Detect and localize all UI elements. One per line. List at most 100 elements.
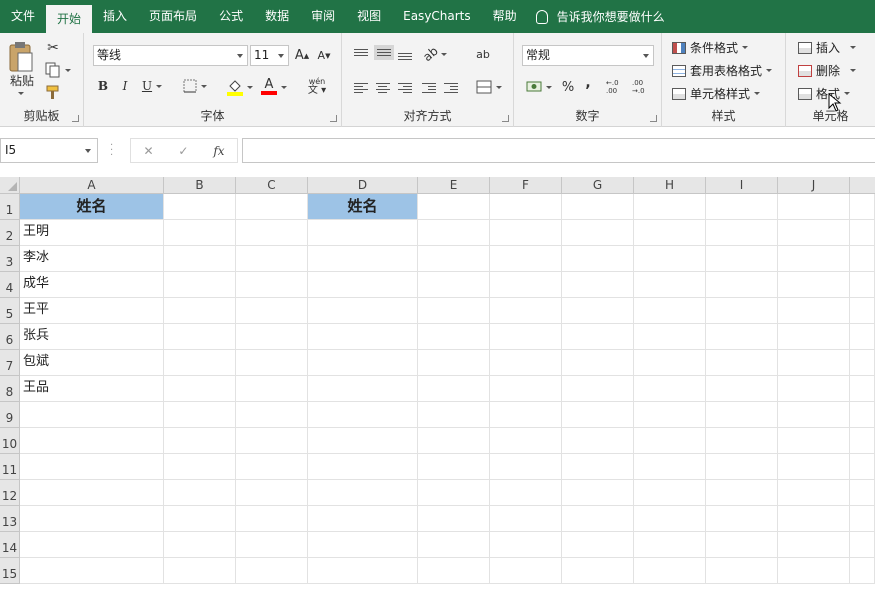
cell-extra9[interactable] bbox=[850, 402, 875, 428]
copy-button[interactable] bbox=[44, 61, 72, 79]
cell-c14[interactable] bbox=[236, 532, 308, 558]
cell-a7[interactable]: 包斌 bbox=[20, 350, 164, 376]
cell-f7[interactable] bbox=[490, 350, 562, 376]
cell-j2[interactable] bbox=[778, 220, 850, 246]
cell-h7[interactable] bbox=[634, 350, 706, 376]
cell-i12[interactable] bbox=[706, 480, 778, 506]
cell-extra15[interactable] bbox=[850, 558, 875, 584]
cell-a9[interactable] bbox=[20, 402, 164, 428]
font-size-select[interactable]: 11 bbox=[250, 45, 289, 66]
cell-g4[interactable] bbox=[562, 272, 634, 298]
align-right-icon[interactable] bbox=[398, 81, 412, 95]
cell-d14[interactable] bbox=[308, 532, 418, 558]
cell-e14[interactable] bbox=[418, 532, 490, 558]
cell-b9[interactable] bbox=[164, 402, 236, 428]
launcher-icon[interactable] bbox=[72, 115, 79, 122]
formula-input[interactable] bbox=[242, 138, 875, 163]
column-header-i[interactable]: I bbox=[706, 177, 778, 194]
insert-function-icon[interactable]: fx bbox=[213, 144, 224, 158]
cell-a6[interactable]: 张兵 bbox=[20, 324, 164, 350]
cell-h3[interactable] bbox=[634, 246, 706, 272]
cell-a3[interactable]: 李冰 bbox=[20, 246, 164, 272]
cell-b15[interactable] bbox=[164, 558, 236, 584]
tab-view[interactable]: 视图 bbox=[346, 0, 392, 33]
cell-j13[interactable] bbox=[778, 506, 850, 532]
cell-f3[interactable] bbox=[490, 246, 562, 272]
cell-c13[interactable] bbox=[236, 506, 308, 532]
cell-b5[interactable] bbox=[164, 298, 236, 324]
row-header-8[interactable]: 8 bbox=[0, 376, 20, 402]
cell-i5[interactable] bbox=[706, 298, 778, 324]
cell-j5[interactable] bbox=[778, 298, 850, 324]
insert-cells-button[interactable]: 插入 bbox=[798, 39, 857, 56]
cell-extra13[interactable] bbox=[850, 506, 875, 532]
row-header-1[interactable]: 1 bbox=[0, 194, 20, 220]
tab-help[interactable]: 帮助 bbox=[482, 0, 528, 33]
cell-f4[interactable] bbox=[490, 272, 562, 298]
cell-b13[interactable] bbox=[164, 506, 236, 532]
cell-b8[interactable] bbox=[164, 376, 236, 402]
row-header-11[interactable]: 11 bbox=[0, 454, 20, 480]
format-painter-icon[interactable] bbox=[44, 83, 62, 101]
cell-extra14[interactable] bbox=[850, 532, 875, 558]
cell-j12[interactable] bbox=[778, 480, 850, 506]
conditional-formatting-button[interactable]: 条件格式 bbox=[672, 39, 749, 56]
cell-e7[interactable] bbox=[418, 350, 490, 376]
row-header-12[interactable]: 12 bbox=[0, 480, 20, 506]
cell-g7[interactable] bbox=[562, 350, 634, 376]
cell-e9[interactable] bbox=[418, 402, 490, 428]
cell-d12[interactable] bbox=[308, 480, 418, 506]
column-header-e[interactable]: E bbox=[418, 177, 490, 194]
cell-h4[interactable] bbox=[634, 272, 706, 298]
cell-f14[interactable] bbox=[490, 532, 562, 558]
format-cells-button[interactable]: 格式 bbox=[798, 85, 851, 102]
column-header-b[interactable]: B bbox=[164, 177, 236, 194]
cell-extra11[interactable] bbox=[850, 454, 875, 480]
cell-i11[interactable] bbox=[706, 454, 778, 480]
column-header-j[interactable]: J bbox=[778, 177, 850, 194]
align-bottom-icon[interactable] bbox=[398, 51, 412, 62]
row-header-2[interactable]: 2 bbox=[0, 220, 20, 246]
cell-d10[interactable] bbox=[308, 428, 418, 454]
cell-f6[interactable] bbox=[490, 324, 562, 350]
launcher-icon[interactable] bbox=[330, 115, 337, 122]
cell-h10[interactable] bbox=[634, 428, 706, 454]
cell-g12[interactable] bbox=[562, 480, 634, 506]
cell-i10[interactable] bbox=[706, 428, 778, 454]
cell-g1[interactable] bbox=[562, 194, 634, 220]
align-top-icon[interactable] bbox=[354, 47, 368, 58]
cell-c3[interactable] bbox=[236, 246, 308, 272]
cell-h8[interactable] bbox=[634, 376, 706, 402]
chevron-down-icon[interactable] bbox=[14, 89, 28, 97]
cell-j4[interactable] bbox=[778, 272, 850, 298]
percent-button[interactable]: % bbox=[560, 77, 576, 97]
cell-b12[interactable] bbox=[164, 480, 236, 506]
cell-g14[interactable] bbox=[562, 532, 634, 558]
cell-extra3[interactable] bbox=[850, 246, 875, 272]
decrease-indent-icon[interactable] bbox=[422, 81, 436, 95]
italic-button[interactable]: I bbox=[116, 76, 134, 96]
cell-f2[interactable] bbox=[490, 220, 562, 246]
row-header-5[interactable]: 5 bbox=[0, 298, 20, 324]
delete-cells-button[interactable]: 删除 bbox=[798, 62, 857, 79]
cell-h2[interactable] bbox=[634, 220, 706, 246]
cell-extra6[interactable] bbox=[850, 324, 875, 350]
font-color-button[interactable]: A bbox=[258, 76, 290, 98]
cell-e12[interactable] bbox=[418, 480, 490, 506]
cell-j10[interactable] bbox=[778, 428, 850, 454]
tab-file[interactable]: 文件 bbox=[0, 0, 46, 33]
cell-c4[interactable] bbox=[236, 272, 308, 298]
format-as-table-button[interactable]: 套用表格格式 bbox=[672, 62, 773, 79]
bold-button[interactable]: B bbox=[94, 76, 112, 96]
cell-b7[interactable] bbox=[164, 350, 236, 376]
cell-d4[interactable] bbox=[308, 272, 418, 298]
cell-j14[interactable] bbox=[778, 532, 850, 558]
cell-h6[interactable] bbox=[634, 324, 706, 350]
cell-i1[interactable] bbox=[706, 194, 778, 220]
cell-i3[interactable] bbox=[706, 246, 778, 272]
cell-h1[interactable] bbox=[634, 194, 706, 220]
column-header-c[interactable]: C bbox=[236, 177, 308, 194]
tab-review[interactable]: 审阅 bbox=[300, 0, 346, 33]
cell-f1[interactable] bbox=[490, 194, 562, 220]
cell-j3[interactable] bbox=[778, 246, 850, 272]
